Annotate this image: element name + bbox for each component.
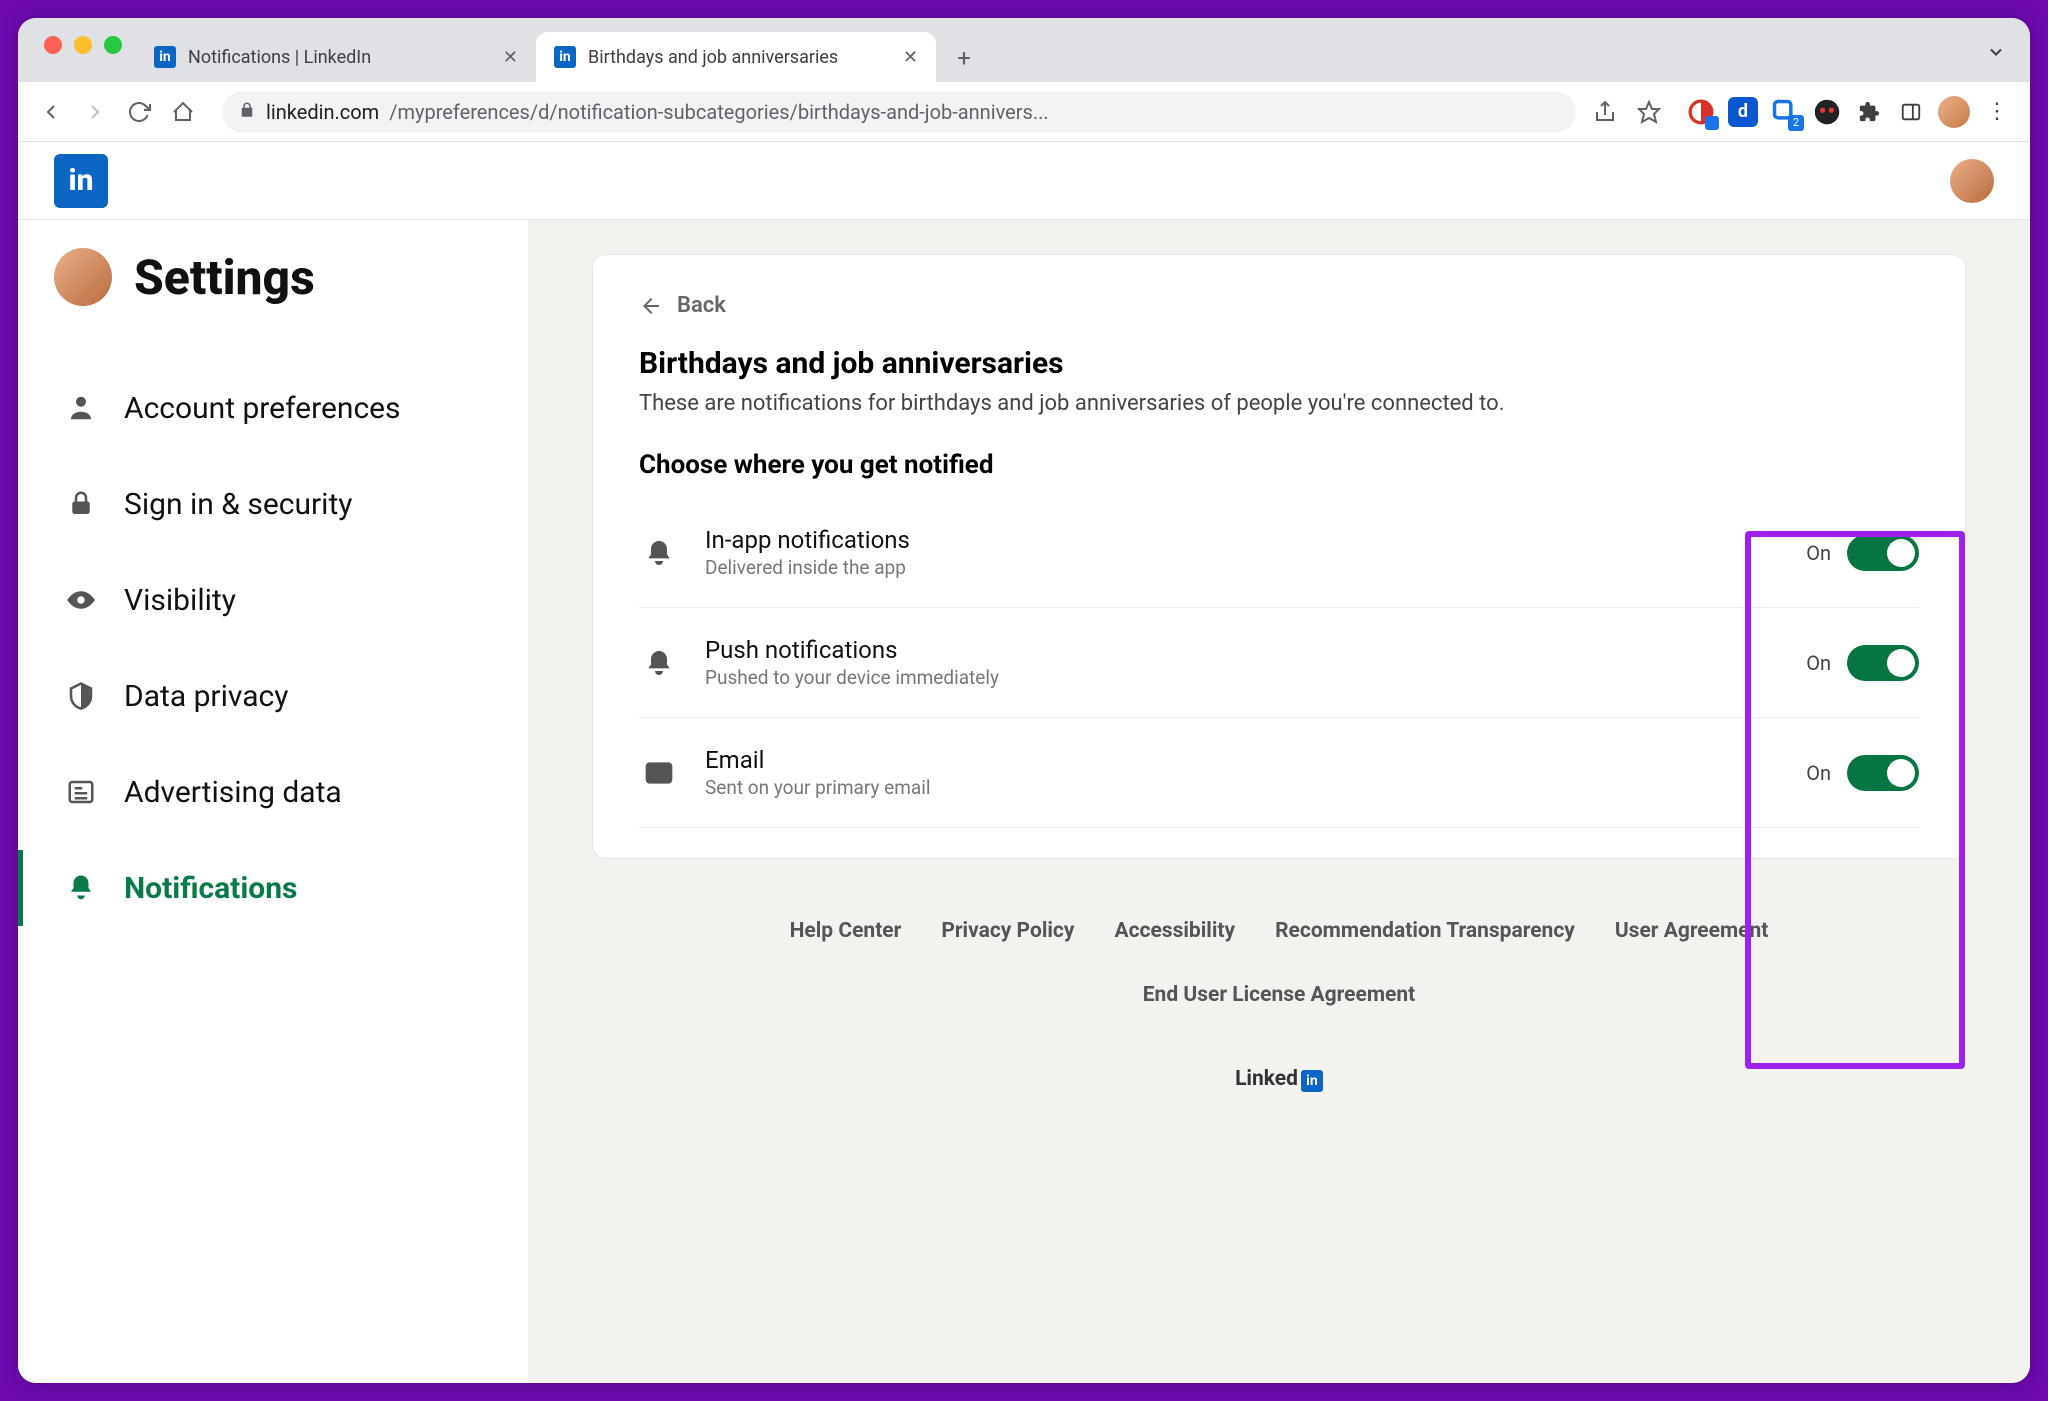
minimize-window-button[interactable] bbox=[74, 36, 92, 54]
home-button[interactable] bbox=[168, 97, 198, 127]
tabs-overflow-button[interactable] bbox=[1986, 42, 2006, 66]
bell-icon bbox=[639, 643, 679, 683]
url-path: /mypreferences/d/notification-subcategor… bbox=[389, 100, 1048, 124]
newspaper-icon bbox=[66, 777, 96, 807]
url-host: linkedin.com bbox=[266, 100, 379, 124]
extension-icon[interactable]: 2 bbox=[1770, 97, 1800, 127]
page-title: Settings bbox=[134, 249, 315, 306]
sidebar-item-data-privacy[interactable]: Data privacy bbox=[54, 648, 528, 744]
option-subtitle: Delivered inside the app bbox=[705, 556, 910, 579]
extensions-menu-button[interactable] bbox=[1854, 97, 1884, 127]
lock-icon bbox=[238, 100, 256, 124]
window-controls bbox=[30, 18, 136, 82]
settings-sidebar: Settings Account preferences Sign in & s… bbox=[18, 220, 528, 1383]
bookmark-button[interactable] bbox=[1634, 97, 1664, 127]
option-title: Email bbox=[705, 746, 930, 774]
maximize-window-button[interactable] bbox=[104, 36, 122, 54]
panel-title: Birthdays and job anniversaries bbox=[639, 346, 1919, 381]
arrow-left-icon bbox=[639, 294, 663, 318]
mail-icon bbox=[639, 753, 679, 793]
option-row-push: Push notifications Pushed to your device… bbox=[639, 608, 1919, 718]
sidebar-item-label: Visibility bbox=[124, 583, 236, 618]
back-label: Back bbox=[677, 293, 726, 318]
new-tab-button[interactable]: + bbox=[944, 38, 984, 78]
sidebar-item-visibility[interactable]: Visibility bbox=[54, 552, 528, 648]
eye-icon bbox=[66, 585, 96, 615]
sidebar-item-label: Data privacy bbox=[124, 679, 288, 714]
browser-tab[interactable]: in Notifications | LinkedIn ✕ bbox=[136, 32, 536, 82]
settings-main: Back Birthdays and job anniversaries The… bbox=[528, 220, 2030, 1383]
person-icon bbox=[66, 393, 96, 423]
avatar bbox=[54, 248, 112, 306]
extensions-row: d 2 ⋮ bbox=[1678, 96, 2012, 128]
extension-icon[interactable] bbox=[1686, 97, 1716, 127]
option-subtitle: Sent on your primary email bbox=[705, 776, 930, 799]
shield-icon bbox=[66, 681, 96, 711]
sidebar-item-advertising-data[interactable]: Advertising data bbox=[54, 744, 528, 840]
footer-link[interactable]: Privacy Policy bbox=[941, 919, 1074, 943]
tab-title: Birthdays and job anniversaries bbox=[588, 47, 838, 68]
linkedin-favicon-icon: in bbox=[554, 46, 576, 68]
browser-tab-active[interactable]: in Birthdays and job anniversaries ✕ bbox=[536, 32, 936, 82]
tab-title: Notifications | LinkedIn bbox=[188, 47, 371, 68]
side-panel-button[interactable] bbox=[1896, 97, 1926, 127]
settings-card: Back Birthdays and job anniversaries The… bbox=[592, 254, 1966, 859]
back-button[interactable] bbox=[36, 97, 66, 127]
linkedin-logo[interactable]: in bbox=[54, 154, 108, 208]
sidebar-item-sign-in-security[interactable]: Sign in & security bbox=[54, 456, 528, 552]
extension-icon[interactable]: d bbox=[1728, 97, 1758, 127]
settings-heading: Settings bbox=[54, 248, 528, 306]
share-button[interactable] bbox=[1590, 97, 1620, 127]
section-heading: Choose where you get notified bbox=[639, 450, 1919, 480]
sidebar-item-label: Account preferences bbox=[124, 391, 401, 426]
sidebar-item-label: Notifications bbox=[124, 871, 297, 906]
sidebar-item-notifications[interactable]: Notifications bbox=[54, 840, 528, 936]
annotation-highlight bbox=[1745, 531, 1965, 1069]
address-bar[interactable]: linkedin.com/mypreferences/d/notificatio… bbox=[222, 91, 1576, 133]
forward-button[interactable] bbox=[80, 97, 110, 127]
option-title: In-app notifications bbox=[705, 526, 910, 554]
lock-icon bbox=[66, 489, 96, 519]
panel-description: These are notifications for birthdays an… bbox=[639, 391, 1919, 416]
reload-button[interactable] bbox=[124, 97, 154, 127]
option-row-in-app: In-app notifications Delivered inside th… bbox=[639, 498, 1919, 608]
browser-window: in Notifications | LinkedIn ✕ in Birthda… bbox=[18, 18, 2030, 1383]
option-subtitle: Pushed to your device immediately bbox=[705, 666, 999, 689]
footer-link[interactable]: Help Center bbox=[790, 919, 902, 943]
profile-avatar-button[interactable] bbox=[1938, 96, 1970, 128]
browser-toolbar: linkedin.com/mypreferences/d/notificatio… bbox=[18, 82, 2030, 142]
back-button[interactable]: Back bbox=[639, 293, 726, 318]
footer-brand: Linkedin bbox=[592, 1067, 1966, 1092]
bell-icon bbox=[639, 533, 679, 573]
browser-menu-button[interactable]: ⋮ bbox=[1982, 97, 2012, 127]
linkedin-favicon-icon: in bbox=[154, 46, 176, 68]
bell-icon bbox=[66, 873, 96, 903]
option-title: Push notifications bbox=[705, 636, 999, 664]
sidebar-item-label: Sign in & security bbox=[124, 487, 352, 522]
footer-link[interactable]: Accessibility bbox=[1114, 919, 1235, 943]
browser-tabstrip: in Notifications | LinkedIn ✕ in Birthda… bbox=[18, 18, 2030, 82]
extension-icon[interactable] bbox=[1812, 97, 1842, 127]
footer-link[interactable]: Recommendation Transparency bbox=[1275, 919, 1575, 943]
close-tab-icon[interactable]: ✕ bbox=[903, 47, 918, 68]
sidebar-item-account-preferences[interactable]: Account preferences bbox=[54, 360, 528, 456]
page-viewport: in Settings Account preferences Sign in … bbox=[18, 142, 2030, 1383]
me-menu-avatar[interactable] bbox=[1950, 159, 1994, 203]
linkedin-header: in bbox=[18, 142, 2030, 220]
close-window-button[interactable] bbox=[44, 36, 62, 54]
linkedin-mini-icon: in bbox=[1301, 1070, 1323, 1092]
sidebar-item-label: Advertising data bbox=[124, 775, 342, 810]
option-row-email: Email Sent on your primary email On bbox=[639, 718, 1919, 828]
close-tab-icon[interactable]: ✕ bbox=[503, 47, 518, 68]
